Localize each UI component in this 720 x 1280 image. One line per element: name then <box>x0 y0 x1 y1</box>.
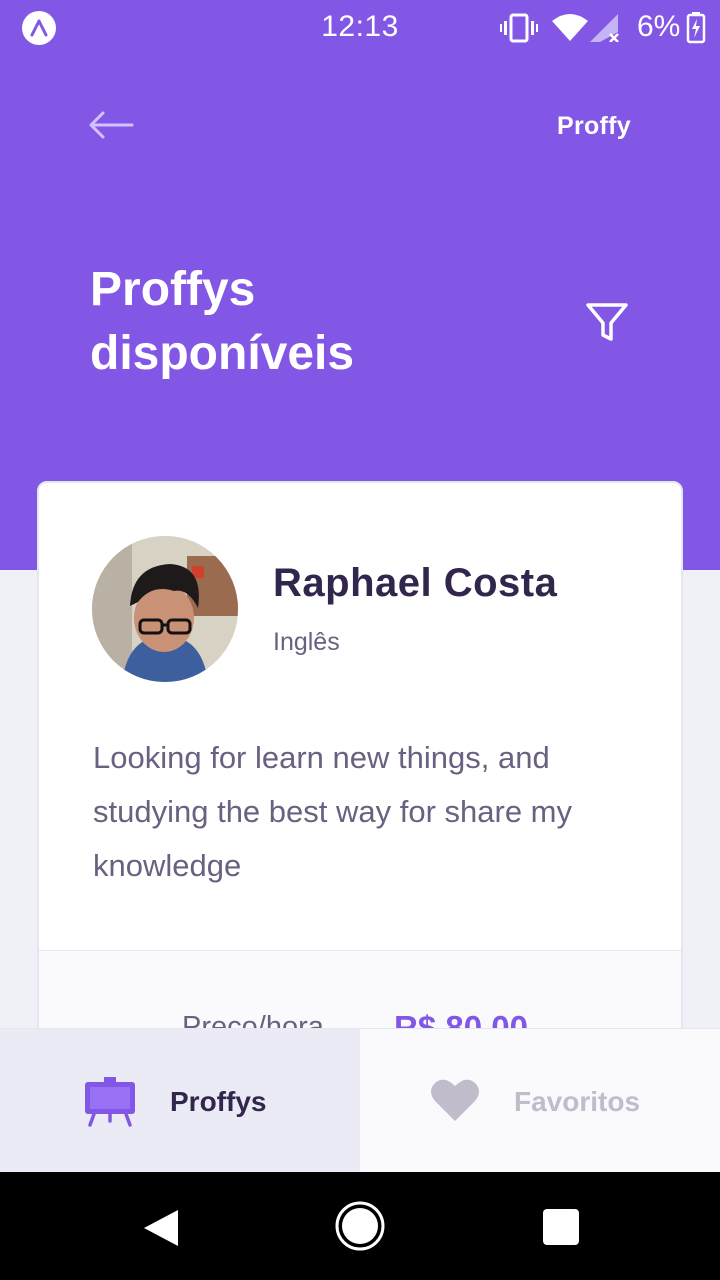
vibrate-icon <box>500 13 538 43</box>
tab-proffys-label: Proffys <box>170 1086 267 1117</box>
recents-square-icon[interactable] <box>542 1208 580 1246</box>
tab-bar: Proffys Favoritos <box>0 1028 720 1173</box>
tab-favoritos[interactable]: Favoritos <box>360 1029 720 1173</box>
tab-proffys[interactable]: Proffys <box>0 1029 360 1173</box>
page-title: Proffys disponíveis <box>90 263 355 380</box>
arrow-left-icon[interactable] <box>88 110 134 140</box>
teacher-name: Raphael Costa <box>273 561 558 605</box>
teacher-subject: Inglês <box>273 628 340 656</box>
easel-icon <box>85 1077 135 1127</box>
heart-icon <box>431 1079 479 1121</box>
wifi-icon <box>552 14 588 41</box>
back-triangle-icon[interactable] <box>140 1208 180 1248</box>
home-circle-icon[interactable] <box>334 1200 386 1252</box>
avatar <box>92 536 238 682</box>
battery-percent: 6% <box>637 10 681 43</box>
logo: Proffy <box>556 112 631 140</box>
teacher-card: Raphael Costa Inglês Looking for learn n… <box>37 481 683 1121</box>
tab-favoritos-label: Favoritos <box>514 1086 641 1117</box>
filter-icon[interactable] <box>584 300 630 346</box>
battery-charging-icon <box>686 12 706 44</box>
android-nav-bar <box>0 1172 720 1280</box>
teacher-bio: Looking for learn new things, and studyi… <box>93 740 573 883</box>
status-bar: 12:13 6% <box>0 0 720 56</box>
signal-icon <box>590 14 619 42</box>
